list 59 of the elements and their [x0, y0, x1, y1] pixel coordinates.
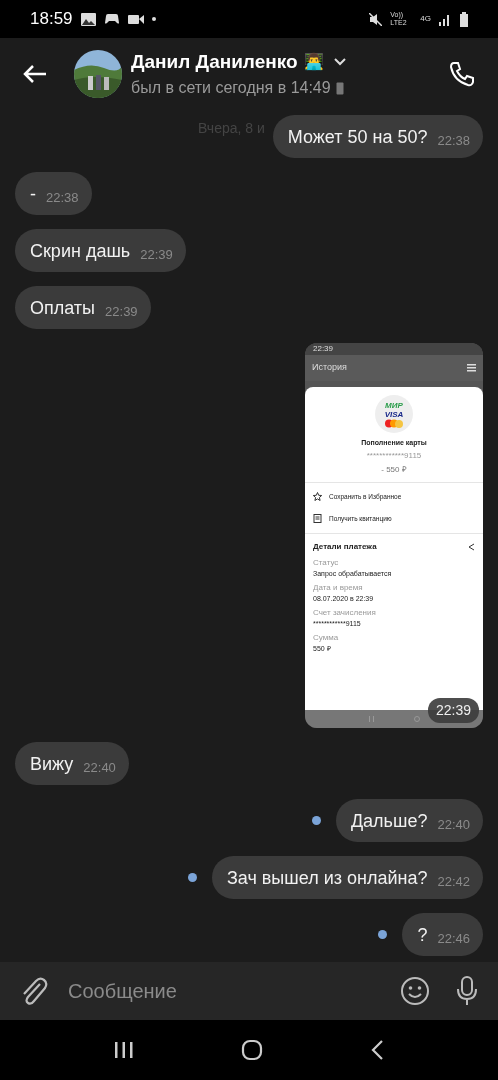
- message-time: 22:46: [437, 929, 470, 948]
- visa-logo: VISA: [384, 409, 404, 419]
- dot-icon: [151, 17, 156, 21]
- share-icon: [468, 542, 475, 551]
- message-time: 22:40: [83, 758, 116, 777]
- field-label: Счет зачисления: [313, 607, 377, 618]
- message-time: 22:38: [46, 188, 79, 207]
- message-text: Вижу: [30, 753, 74, 776]
- field-label: Статус: [313, 557, 340, 568]
- field-label: Дата и время: [313, 582, 364, 593]
- signal-icon: [439, 12, 452, 26]
- status-time: 18:59: [30, 8, 73, 31]
- screenshot-image[interactable]: [305, 343, 483, 728]
- filter-icon: [467, 364, 476, 372]
- back-arrow-icon: [23, 64, 47, 84]
- video-icon: [127, 13, 144, 25]
- phone-icon: [449, 61, 475, 87]
- last-seen-text: был в сети сегодня в 14:49: [131, 78, 331, 99]
- message-text: Скрин дашь: [30, 240, 131, 263]
- message-time: 22:39: [140, 245, 173, 264]
- message-text: Дальше?: [350, 810, 428, 833]
- emoji-status: 👨‍💻: [303, 52, 324, 73]
- receipt-icon: [313, 514, 322, 523]
- recent-apps-icon[interactable]: [113, 1041, 134, 1059]
- message-text: Зач вышел из онлайна?: [226, 867, 428, 890]
- card-logo-icon: [384, 418, 404, 428]
- card-number: ************9115: [366, 450, 422, 461]
- avatar[interactable]: [74, 50, 122, 98]
- back-icon[interactable]: [370, 1039, 385, 1061]
- details-title: Детали платежа: [313, 540, 377, 553]
- message-time: 22:39: [105, 302, 138, 321]
- shot-title: История: [312, 361, 347, 375]
- chevron-down-icon[interactable]: [333, 58, 346, 66]
- message-input[interactable]: Сообщение: [68, 976, 400, 1006]
- paperclip-icon[interactable]: [20, 976, 48, 1006]
- message-time: 22:40: [437, 815, 470, 834]
- message-text: ?: [417, 924, 428, 947]
- star-icon: [313, 492, 322, 501]
- battery-icon: [460, 11, 468, 27]
- message-composer[interactable]: Сообщение: [0, 962, 498, 1020]
- message-time: 22:42: [437, 872, 470, 891]
- nav-bar-icon: [368, 716, 374, 722]
- message-text: -: [30, 183, 36, 206]
- mute-icon: [369, 12, 383, 26]
- message-text: Может 50 на 50?: [287, 126, 428, 149]
- amount-text: - 550 ₽: [381, 463, 407, 476]
- emoji-icon[interactable]: [400, 976, 430, 1006]
- shot-status-time: 22:39: [313, 344, 334, 354]
- phone-device-icon: [335, 81, 344, 95]
- home-icon[interactable]: [241, 1039, 263, 1061]
- game-icon: [103, 13, 120, 25]
- contact-name: Данил Даниленко: [131, 49, 298, 74]
- image-icon: [80, 12, 96, 26]
- message-text: Оплаты: [30, 297, 96, 320]
- microphone-icon[interactable]: [456, 976, 478, 1006]
- network-label: 4G: [420, 13, 431, 25]
- message-time: 22:38: [437, 131, 470, 150]
- field-label: Сумма: [313, 632, 340, 643]
- mir-logo: МИР: [385, 400, 403, 410]
